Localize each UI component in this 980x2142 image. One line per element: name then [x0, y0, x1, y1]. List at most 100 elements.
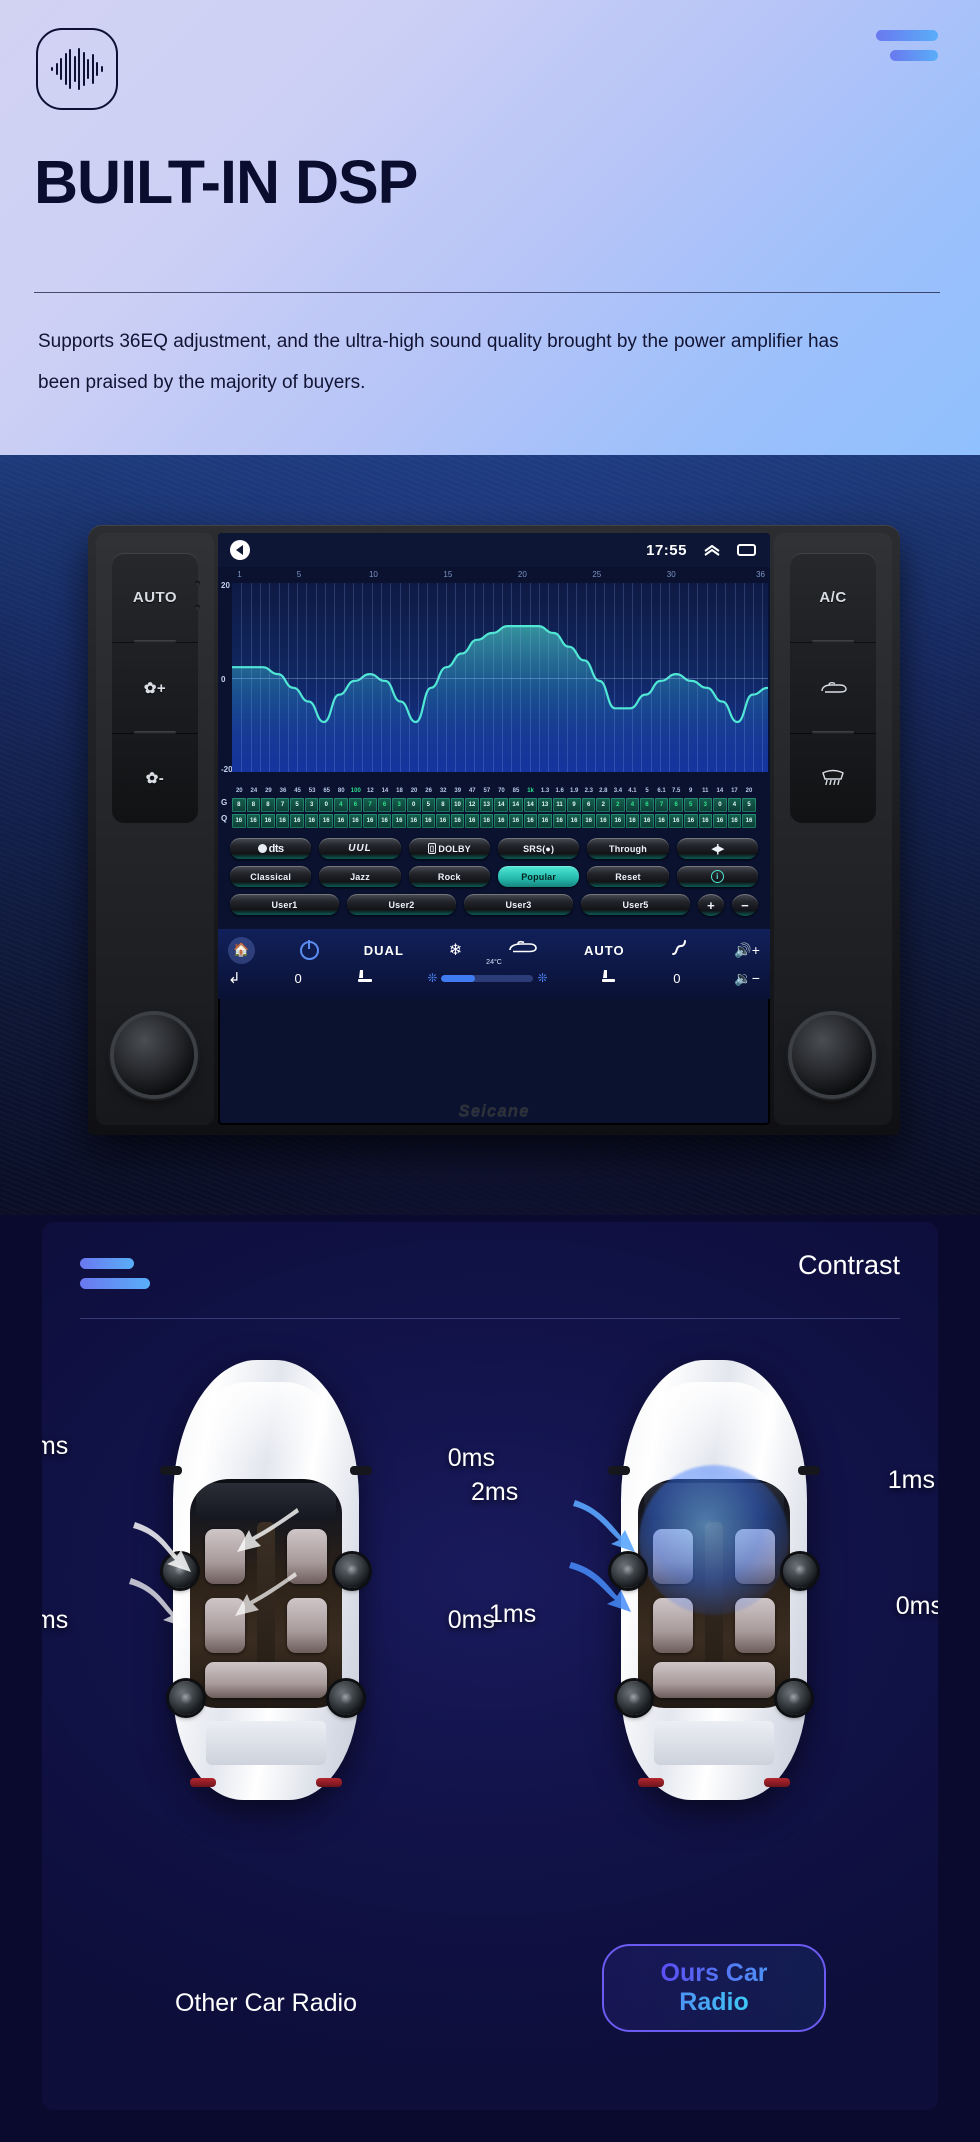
eq-q-cell[interactable]: 16 — [450, 814, 465, 828]
eq-gain-cell[interactable]: 3 — [304, 798, 319, 812]
preset-rock[interactable]: Rock — [408, 866, 490, 887]
eq-gain-cell[interactable]: 4 — [334, 798, 348, 812]
eq-q-cell[interactable]: 16 — [348, 814, 363, 828]
eq-q-cell[interactable]: 16 — [683, 814, 698, 828]
dolby-button[interactable]: ▯ DOLBY — [408, 838, 490, 859]
q-row[interactable]: 16 16 16 16 16 16 16 16 16 16 16 16 16 16 16 16 16 16 16 16… — [232, 814, 756, 828]
eq-q-cell[interactable]: 16 — [261, 814, 275, 828]
eq-q-cell[interactable]: 16 — [392, 814, 406, 828]
rear-defrost-icon[interactable] — [790, 734, 876, 823]
dual-label[interactable]: DUAL — [364, 943, 404, 958]
heated-seat-icon[interactable] — [601, 968, 619, 989]
eq-gain-cell[interactable]: 6 — [640, 798, 654, 812]
power-icon[interactable] — [299, 940, 319, 960]
speaker-icon[interactable] — [230, 540, 250, 560]
eq-gain-cell[interactable]: 5 — [683, 798, 698, 812]
eq-q-cell[interactable]: 16 — [625, 814, 640, 828]
preset-user3[interactable]: User3 — [464, 894, 573, 915]
eq-q-cell[interactable]: 16 — [611, 814, 625, 828]
eq-q-cell[interactable]: 16 — [538, 814, 552, 828]
eq-gain-cell[interactable]: 0 — [713, 798, 727, 812]
auto-label[interactable]: AUTO — [584, 943, 625, 958]
preset-user1[interactable]: User1 — [230, 894, 339, 915]
eq-gain-cell[interactable]: 8 — [246, 798, 261, 812]
eq-q-cell[interactable]: 16 — [523, 814, 538, 828]
eq-q-cell[interactable]: 16 — [494, 814, 508, 828]
eq-gain-cell[interactable]: 7 — [363, 798, 377, 812]
eq-gain-cell[interactable]: 14 — [494, 798, 508, 812]
eq-q-cell[interactable]: 16 — [465, 814, 479, 828]
eq-gain-cell[interactable]: 6 — [348, 798, 363, 812]
dts-button[interactable]: dts — [230, 838, 312, 859]
eq-q-cell[interactable]: 16 — [246, 814, 261, 828]
right-rotary-knob[interactable] — [792, 1015, 872, 1095]
balance-icon[interactable]: ◂|▸ — [676, 838, 758, 859]
eq-q-cell[interactable]: 16 — [479, 814, 494, 828]
fan-down-button[interactable]: ✿- — [112, 734, 198, 823]
eq-gain-cell[interactable]: 6 — [377, 798, 392, 812]
eq-q-cell[interactable]: 16 — [436, 814, 450, 828]
window-icon[interactable] — [737, 544, 756, 556]
increase-button[interactable]: + — [698, 894, 724, 916]
airflow-icon[interactable] — [669, 938, 689, 963]
eq-gain-cell[interactable]: 14 — [508, 798, 523, 812]
preset-popular[interactable]: Popular — [497, 866, 580, 887]
auto-button[interactable]: AUTO — [112, 553, 198, 644]
eq-gain-cell[interactable]: 14 — [523, 798, 538, 812]
recirculate-icon[interactable] — [790, 643, 876, 734]
eq-q-cell[interactable]: 16 — [508, 814, 523, 828]
preset-buttons[interactable]: dts UUL ▯ DOLBY SRS (●) Through ◂|▸ Clas… — [218, 830, 770, 929]
eq-gain-cell[interactable]: 5 — [290, 798, 304, 812]
eq-q-cell[interactable]: 16 — [363, 814, 377, 828]
eq-gain-cell[interactable]: 6 — [669, 798, 683, 812]
decrease-button[interactable]: − — [732, 894, 758, 916]
eq-q-cell[interactable]: 16 — [290, 814, 304, 828]
eq-q-cell[interactable]: 16 — [275, 814, 290, 828]
home-icon[interactable]: 🏠 — [228, 936, 255, 964]
fan-slider-track[interactable] — [441, 974, 534, 982]
eq-q-cell[interactable]: 16 — [334, 814, 348, 828]
eq-gain-cell[interactable]: 7 — [275, 798, 290, 812]
eq-q-cell[interactable]: 16 — [713, 814, 727, 828]
menu-icon[interactable] — [876, 30, 938, 68]
eq-q-cell[interactable]: 16 — [552, 814, 567, 828]
eq-gain-cell[interactable]: 11 — [552, 798, 567, 812]
eq-gain-cell[interactable]: 6 — [581, 798, 596, 812]
eq-q-cell[interactable]: 16 — [232, 814, 246, 828]
uul-button[interactable]: UUL — [319, 838, 401, 859]
preset-user2[interactable]: User2 — [347, 894, 456, 915]
eq-q-cell[interactable]: 16 — [742, 814, 756, 828]
recirculate-icon[interactable] — [507, 940, 539, 960]
eq-gain-cell[interactable]: 3 — [698, 798, 713, 812]
eq-q-cell[interactable]: 16 — [669, 814, 683, 828]
eq-gain-cell[interactable]: 3 — [392, 798, 406, 812]
back-arrow-icon[interactable]: ↲ — [228, 969, 241, 987]
menu-icon[interactable] — [80, 1258, 150, 1289]
eq-gain-cell[interactable]: 10 — [450, 798, 465, 812]
eq-q-cell[interactable]: 16 — [640, 814, 654, 828]
ac-button[interactable]: A/C — [790, 553, 876, 644]
eq-q-cell[interactable]: 16 — [654, 814, 669, 828]
eq-gain-cell[interactable]: 0 — [406, 798, 421, 812]
touchscreen[interactable]: 17:55 1 5 10 15 20 25 30 36 20 0 -20 20 … — [218, 533, 770, 1125]
eq-gain-cell[interactable]: 5 — [421, 798, 436, 812]
eq-gain-cell[interactable]: 8 — [232, 798, 246, 812]
eq-q-cell[interactable]: 16 — [596, 814, 611, 828]
climate-control-bar[interactable]: 🏠 DUAL ❄ AUTO 🔊+ 24°C ↲ 0 ❊ ❊ 0 🔉− — [218, 929, 770, 999]
chevron-up-icon[interactable] — [703, 542, 721, 559]
eq-gain-cell[interactable]: 4 — [727, 798, 742, 812]
eq-q-cell[interactable]: 16 — [406, 814, 421, 828]
preset-jazz[interactable]: Jazz — [319, 866, 401, 887]
fan-speed-slider[interactable]: ❊ ❊ — [427, 971, 547, 985]
eq-gain-cell[interactable]: 12 — [465, 798, 479, 812]
eq-gain-cell[interactable]: 4 — [625, 798, 640, 812]
eq-curve-area[interactable] — [232, 583, 768, 772]
eq-gain-cell[interactable]: 2 — [596, 798, 611, 812]
volume-up-icon[interactable]: 🔊+ — [734, 942, 760, 959]
eq-q-cell[interactable]: 16 — [421, 814, 436, 828]
eq-q-cell[interactable]: 16 — [567, 814, 581, 828]
eq-gain-cell[interactable]: 7 — [654, 798, 669, 812]
preset-user5[interactable]: User5 — [581, 894, 690, 915]
eq-gain-cell[interactable]: 13 — [538, 798, 552, 812]
eq-q-cell[interactable]: 16 — [698, 814, 713, 828]
